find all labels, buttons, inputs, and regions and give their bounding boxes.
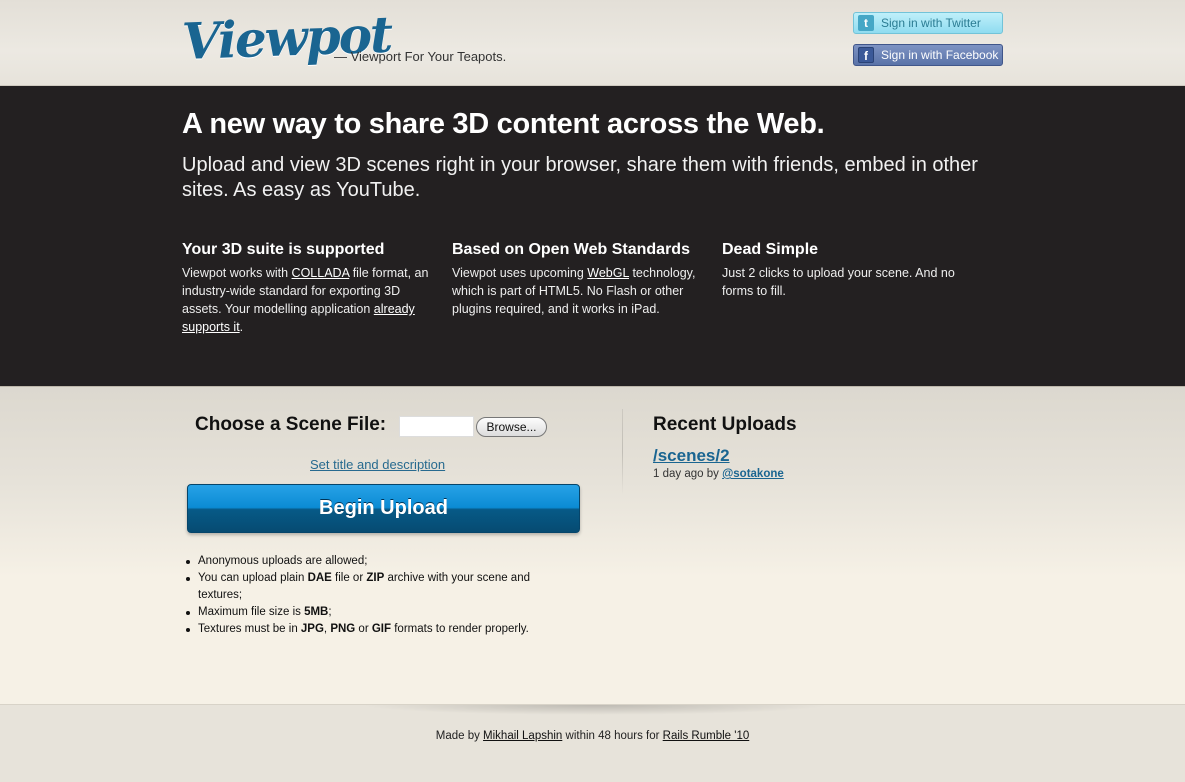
- rule-text: file or: [331, 572, 367, 584]
- rule-emphasis: DAE: [307, 572, 332, 584]
- rule-text: ;: [328, 606, 332, 618]
- browse-button[interactable]: Browse...: [476, 417, 547, 437]
- set-title-description-link[interactable]: Set title and description: [310, 457, 445, 472]
- column-divider: [622, 409, 623, 495]
- feature-text: Viewpot works with COLLADA file format, …: [182, 264, 442, 336]
- rule-emphasis: PNG: [330, 623, 356, 635]
- tagline: — Viewport For Your Teapots.: [334, 49, 507, 64]
- hero-section: A new way to share 3D content across the…: [0, 86, 1185, 386]
- hero-lead: Upload and view 3D scenes right in your …: [182, 154, 978, 201]
- rule-text: You can upload plain: [198, 572, 308, 584]
- recent-uploads-title: Recent Uploads: [653, 414, 797, 435]
- feature-text-part: .: [239, 320, 244, 334]
- hero-title: A new way to share 3D content across the…: [182, 108, 825, 140]
- sign-in-facebook-label: Sign in with Facebook: [881, 48, 999, 62]
- upload-rules-list: Anonymous uploads are allowed; You can u…: [186, 553, 548, 638]
- choose-scene-label: Choose a Scene File:: [195, 414, 387, 435]
- footer-shadow: [360, 705, 830, 715]
- feature-title: Based on Open Web Standards: [452, 241, 690, 258]
- sign-in-twitter-button[interactable]: t Sign in with Twitter: [853, 12, 1003, 34]
- rule-emphasis: JPG: [300, 623, 324, 635]
- feature-title: Your 3D suite is supported: [182, 241, 385, 258]
- rule-emphasis: GIF: [371, 623, 392, 635]
- site-header: Viewpot — Viewport For Your Teapots. t S…: [0, 0, 1185, 86]
- feature-title: Dead Simple: [722, 241, 819, 258]
- facebook-icon: f: [858, 47, 874, 63]
- collada-link[interactable]: COLLADA: [292, 266, 350, 280]
- feature-web-standards: Based on Open Web Standards Viewpot uses…: [452, 241, 712, 318]
- upload-section: Choose a Scene File: Browse... Set title…: [0, 386, 1185, 704]
- list-item: You can upload plain DAE file or ZIP arc…: [186, 570, 548, 604]
- rule-emphasis: 5MB: [304, 606, 329, 618]
- feature-text-part: Viewpot uses upcoming: [452, 266, 588, 280]
- sign-in-twitter-label: Sign in with Twitter: [881, 16, 981, 30]
- site-footer: Made by Mikhail Lapshin within 48 hours …: [0, 704, 1185, 782]
- footer-text-part: within 48 hours for: [562, 730, 663, 742]
- feature-text-part: Viewpot works with: [182, 266, 292, 280]
- rule-text: Maximum file size is: [198, 606, 305, 618]
- feature-text: Viewpot uses upcoming WebGL technology, …: [452, 264, 712, 318]
- feature-3d-suite: Your 3D suite is supported Viewpot works…: [182, 241, 442, 336]
- uploader-link[interactable]: @sotakone: [722, 468, 784, 480]
- author-link[interactable]: Mikhail Lapshin: [483, 730, 562, 742]
- recent-upload-meta: 1 day ago by @sotakone: [653, 468, 784, 480]
- rule-emphasis: ZIP: [366, 572, 385, 584]
- rule-text: formats to render properly.: [391, 623, 529, 635]
- recent-upload-time: 1 day ago by: [653, 468, 723, 480]
- webgl-link[interactable]: WebGL: [587, 266, 629, 280]
- recent-upload-link[interactable]: /scenes/2: [653, 446, 730, 466]
- feature-dead-simple: Dead Simple Just 2 clicks to upload your…: [722, 241, 982, 300]
- feature-text: Just 2 clicks to upload your scene. And …: [722, 266, 955, 298]
- scene-file-input[interactable]: [399, 416, 474, 437]
- footer-text-part: Made by: [435, 730, 484, 742]
- rule-text: Anonymous uploads are allowed;: [198, 555, 368, 567]
- list-item: Textures must be in JPG, PNG or GIF form…: [186, 621, 548, 638]
- footer-credits: Made by Mikhail Lapshin within 48 hours …: [0, 730, 1185, 742]
- rule-text: Textures must be in: [198, 623, 301, 635]
- list-item: Anonymous uploads are allowed;: [186, 553, 548, 570]
- begin-upload-button[interactable]: Begin Upload: [187, 484, 580, 533]
- rails-rumble-link[interactable]: Rails Rumble '10: [663, 730, 750, 742]
- sign-in-facebook-button[interactable]: f Sign in with Facebook: [853, 44, 1003, 66]
- rule-text: or: [355, 623, 372, 635]
- list-item: Maximum file size is 5MB;: [186, 604, 548, 621]
- twitter-icon: t: [858, 15, 874, 31]
